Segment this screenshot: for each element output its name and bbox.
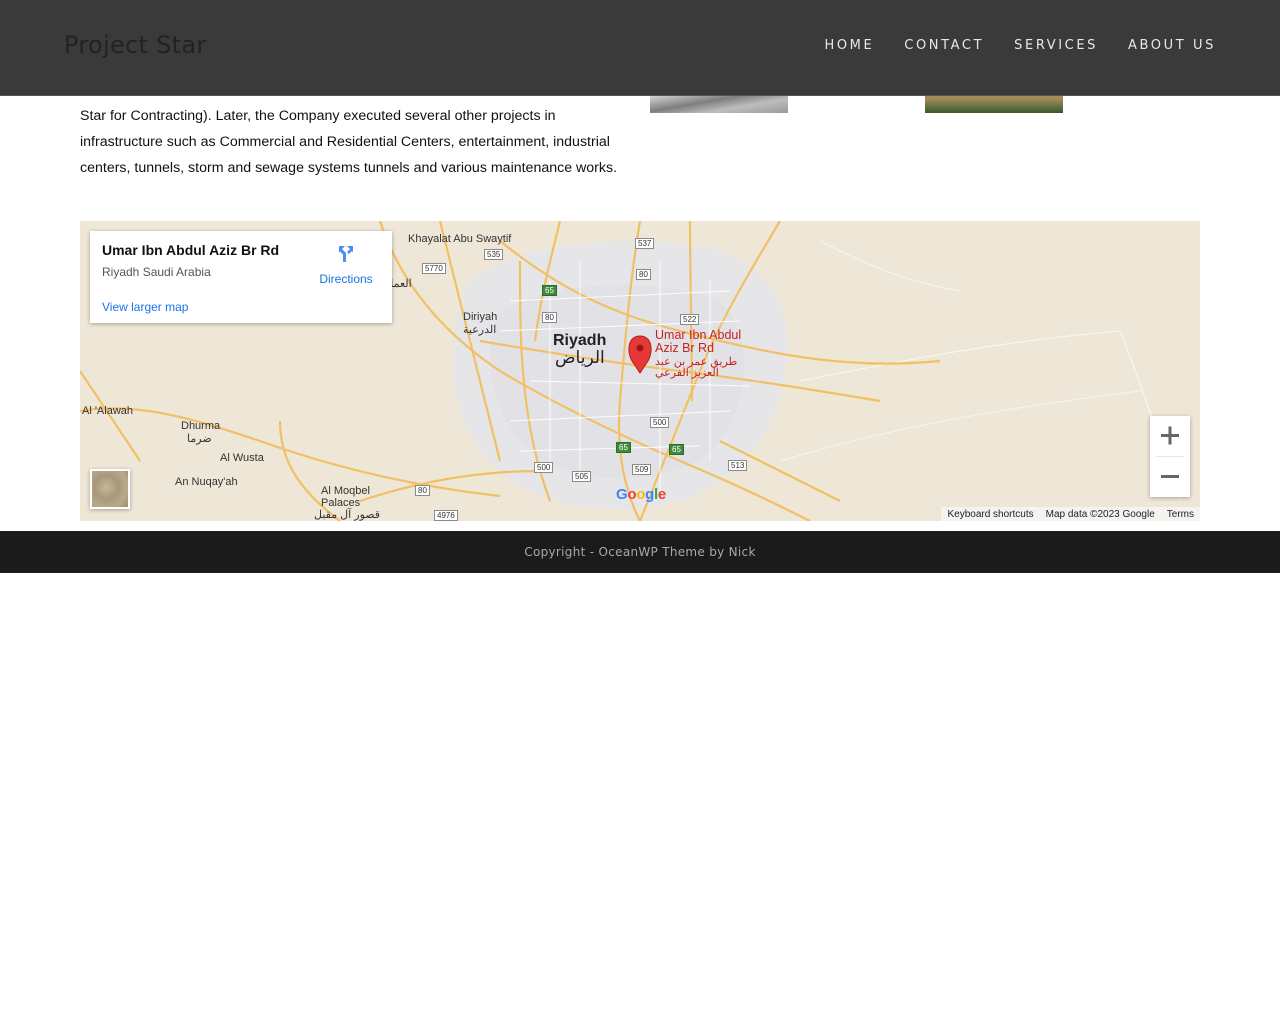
site-header: Project Star HOME CONTACT SERVICES ABOUT… bbox=[0, 0, 1280, 96]
pin-label-ar: طريق عمر بن عبد العزيز الفرعي bbox=[655, 356, 738, 379]
about-paragraph-text: Star for Contracting). Later, the Compan… bbox=[80, 108, 618, 176]
map-data-credit: Map data ©2023 Google bbox=[1045, 508, 1155, 520]
road-shield: 500 bbox=[650, 417, 670, 428]
road-shield: 5770 bbox=[422, 263, 446, 274]
directions-icon bbox=[339, 246, 353, 262]
road-shield: 500 bbox=[534, 462, 554, 473]
road-shield: 65 bbox=[669, 444, 684, 455]
road-shield: 522 bbox=[680, 314, 700, 325]
minus-icon bbox=[1161, 475, 1179, 478]
place-diriyah-ar: الدرعية bbox=[463, 324, 497, 336]
directions-label: Directions bbox=[319, 272, 373, 286]
embedded-map[interactable]: Khayalat Abu Swaytif العمارية Diriyah ال… bbox=[80, 221, 1200, 521]
map-place-title: Umar Ibn Abdul Aziz Br Rd bbox=[102, 242, 280, 258]
place-al-moqbel-ar: قصور آل مقبل bbox=[314, 509, 381, 521]
nav-item-home[interactable]: HOME bbox=[824, 38, 874, 53]
road-shield: 80 bbox=[636, 269, 651, 280]
place-al-wusta: Al Wusta bbox=[220, 452, 264, 464]
pin-label: Umar Ibn Abdul Aziz Br Rd bbox=[655, 328, 742, 355]
place-al-moqbel: Al Moqbel Palaces bbox=[321, 485, 370, 509]
nav-item-services[interactable]: SERVICES bbox=[1014, 38, 1098, 53]
nav-item-contact[interactable]: CONTACT bbox=[904, 38, 984, 53]
place-diriyah: Diriyah bbox=[463, 311, 498, 323]
road-shield: 505 bbox=[572, 471, 592, 482]
zoom-out-button[interactable] bbox=[1150, 457, 1190, 497]
main-nav: HOME CONTACT SERVICES ABOUT US bbox=[794, 38, 1216, 53]
terms-link[interactable]: Terms bbox=[1167, 509, 1194, 520]
zoom-controls bbox=[1150, 416, 1190, 497]
road-shield: 509 bbox=[632, 464, 652, 475]
road-shield: 80 bbox=[542, 312, 557, 323]
keyboard-shortcuts-link[interactable]: Keyboard shortcuts bbox=[947, 509, 1033, 520]
satellite-toggle-button[interactable] bbox=[90, 469, 130, 509]
place-dhurma-ar: ضرما bbox=[187, 433, 212, 445]
road-shield: 65 bbox=[542, 285, 557, 296]
directions-button[interactable]: Directions bbox=[318, 243, 374, 286]
place-riyadh-ar: الرياض bbox=[555, 348, 605, 367]
site-footer: Copyright - OceanWP Theme by Nick bbox=[0, 531, 1280, 573]
map-place-address: Riyadh Saudi Arabia bbox=[102, 265, 211, 279]
zoom-in-button[interactable] bbox=[1150, 416, 1190, 456]
road-shield: 80 bbox=[415, 485, 430, 496]
map-attribution: Keyboard shortcuts Map data ©2023 Google… bbox=[941, 507, 1200, 521]
footer-copyright: Copyright - OceanWP Theme by Nick bbox=[524, 545, 756, 559]
site-logo[interactable]: Project Star bbox=[64, 31, 207, 59]
road-shield: 513 bbox=[728, 460, 748, 471]
place-an-nuqayah: An Nuqay'ah bbox=[175, 476, 238, 488]
place-dhurma: Dhurma bbox=[181, 420, 221, 432]
map-info-card: Umar Ibn Abdul Aziz Br Rd Riyadh Saudi A… bbox=[90, 231, 392, 323]
place-alawah: Al 'Alawah bbox=[82, 405, 134, 417]
road-shield: 537 bbox=[635, 238, 655, 249]
google-logo: Google bbox=[616, 486, 666, 503]
place-khayalat: Khayalat Abu Swaytif bbox=[408, 233, 512, 245]
plus-icon bbox=[1161, 426, 1179, 445]
road-shield: 4976 bbox=[434, 510, 458, 521]
nav-item-about-us[interactable]: ABOUT US bbox=[1128, 38, 1216, 53]
satellite-thumbnail-icon bbox=[92, 471, 128, 507]
road-shield: 535 bbox=[484, 249, 504, 260]
road-shield: 65 bbox=[616, 442, 631, 453]
view-larger-map-link[interactable]: View larger map bbox=[102, 300, 188, 314]
